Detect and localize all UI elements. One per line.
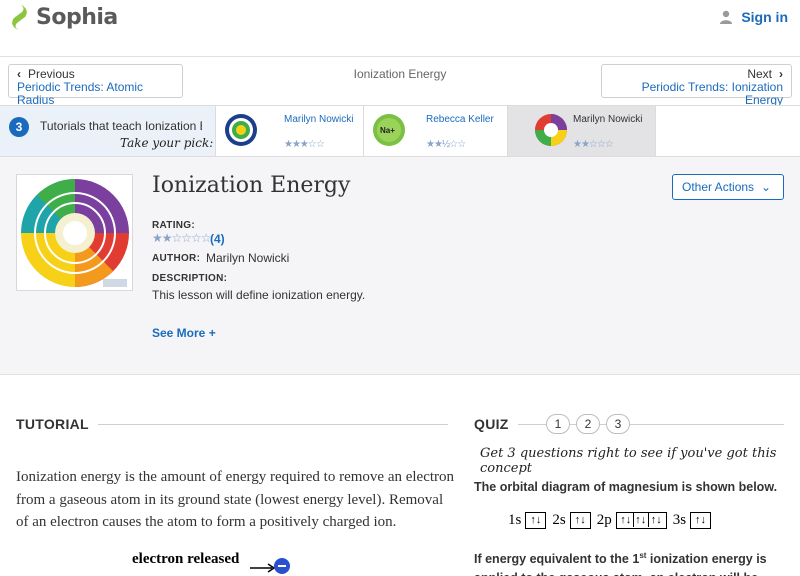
picker-empty-slot: [655, 106, 800, 156]
orbital-diagram: 1s ↑↓ 2s ↑↓ 2p ↑↓ ↑↓ ↑↓ 3s ↑↓: [508, 512, 717, 529]
card-author-2: Rebecca Keller: [426, 114, 494, 125]
lesson-info: Ionization Energy RATING: ★★☆☆☆☆ (4) AUT…: [0, 157, 800, 375]
orbital-2s-box: ↑↓: [569, 512, 591, 529]
quiz-question-1[interactable]: 1: [546, 414, 570, 434]
orbital-cell: ↑↓: [695, 514, 707, 526]
orbital-cell: ↑↓: [650, 514, 662, 526]
picker-label: Tutorials that teach Ionization Energy: [40, 119, 202, 133]
next-link: Periodic Trends: Ionization Energy: [641, 80, 783, 107]
quiz-prompt: Get 3 questions right to see if you've g…: [480, 446, 777, 476]
quiz-followup-text: If energy equivalent to the 1st ionizati…: [474, 551, 767, 576]
card-author-1: Marilyn Nowicki: [284, 114, 354, 125]
orbital-1s-box: ↑↓: [525, 512, 547, 529]
card-stars-3: ★★☆☆☆: [573, 139, 614, 150]
user-icon: [720, 10, 733, 24]
previous-link: Periodic Trends: Atomic Radius: [17, 80, 144, 107]
take-your-pick-text: Take your pick:: [120, 136, 214, 150]
orbital-cell: ↑↓: [619, 513, 634, 527]
card-author-3: Marilyn Nowicki: [573, 114, 643, 125]
brand-name: Sophia: [36, 4, 118, 30]
rating-stars[interactable]: ★★☆☆☆☆: [152, 231, 212, 245]
card-stars-1: ★★★☆☆: [284, 139, 325, 150]
electron-figure-icon: [250, 558, 290, 574]
tutorial-count-badge: 3: [9, 117, 29, 137]
sign-in-label: Sign in: [741, 9, 788, 25]
other-actions-button[interactable]: Other Actions ⌄: [672, 174, 784, 200]
author-avatar-3: [535, 114, 567, 146]
rating-label: RATING:: [152, 220, 196, 231]
periodic-wheel-image: [21, 179, 129, 287]
tutorial-heading: TUTORIAL: [16, 416, 89, 432]
tutorial-paragraph: Ionization energy is the amount of energ…: [16, 469, 455, 530]
lesson-thumbnail: [16, 174, 133, 291]
next-label: Next: [747, 67, 772, 81]
quiz-question-2[interactable]: 2: [576, 414, 600, 434]
electron-released-label: electron released: [132, 551, 240, 567]
orbital-cell: ↑↓: [574, 514, 586, 526]
see-more-link[interactable]: See More +: [152, 326, 216, 340]
tutorial-divider: [98, 424, 448, 425]
quiz-question-3[interactable]: 3: [606, 414, 630, 434]
orbital-2p-box: ↑↓ ↑↓ ↑↓: [615, 512, 667, 529]
sign-in-link[interactable]: Sign in: [719, 9, 788, 25]
avatar-2-label: Na+: [380, 126, 395, 135]
orbital-3s-label: 3s: [672, 512, 687, 528]
rating-count[interactable]: (4): [210, 232, 225, 246]
site-header: Sophia Sign in: [0, 0, 800, 57]
orbital-cell: ↑↓: [530, 514, 542, 526]
card-stars-2: ★★½☆☆: [426, 139, 466, 150]
quiz-heading: QUIZ: [474, 416, 509, 432]
tutorial-picker: 3 Tutorials that teach Ionization Energy…: [0, 105, 800, 157]
sophia-logo[interactable]: Sophia: [10, 3, 118, 31]
lesson-description: This lesson will define ionization energ…: [152, 288, 366, 302]
orbital-3s-box: ↑↓: [690, 512, 712, 529]
sophia-leaf-icon: [12, 4, 27, 30]
orbital-2s-label: 2s: [552, 512, 566, 528]
other-actions-label: Other Actions: [682, 180, 755, 194]
author-name: Marilyn Nowicki: [206, 251, 290, 265]
picker-summary: 3 Tutorials that teach Ionization Energy…: [0, 106, 215, 156]
chevron-right-icon: ›: [779, 67, 783, 81]
orbital-2p-label: 2p: [596, 512, 612, 528]
quiz-question-text: The orbital diagram of magnesium is show…: [474, 480, 778, 494]
tutorial-card-1[interactable]: Marilyn Nowicki ★★★☆☆: [215, 106, 363, 156]
orbital-1s-label: 1s: [508, 512, 522, 528]
lesson-title: Ionization Energy: [152, 173, 351, 198]
next-button[interactable]: Next › Periodic Trends: Ionization Energy: [601, 64, 792, 107]
author-avatar-1: [225, 114, 257, 146]
tutorial-card-3[interactable]: Marilyn Nowicki ★★☆☆☆: [507, 106, 655, 156]
author-label: AUTHOR:: [152, 253, 201, 264]
description-label: DESCRIPTION:: [152, 273, 228, 284]
tutorial-card-2[interactable]: Na+ Rebecca Keller ★★½☆☆: [363, 106, 511, 156]
lesson-navigation: ‹ Previous Periodic Trends: Atomic Radius…: [0, 57, 800, 107]
orbital-cell: ↑↓: [634, 513, 649, 527]
chevron-down-icon: ⌄: [760, 180, 771, 194]
